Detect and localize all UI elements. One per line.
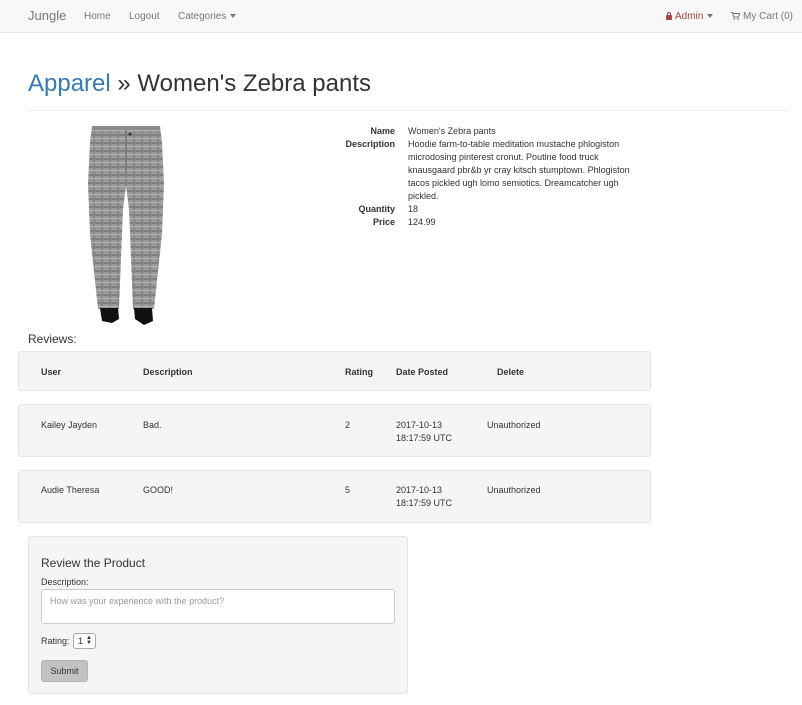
product-title: Women's Zebra pants bbox=[137, 70, 371, 97]
cart-label: My Cart (0) bbox=[743, 11, 793, 22]
brand-link[interactable]: Jungle bbox=[28, 8, 66, 23]
cart-link[interactable]: My Cart (0) bbox=[731, 11, 793, 22]
page-title: Apparel » Women's Zebra pants bbox=[28, 70, 371, 98]
cart-icon bbox=[731, 12, 740, 20]
chevron-down-icon bbox=[707, 14, 714, 19]
top-navbar: Jungle Home Logout Categories Admin My C… bbox=[0, 0, 802, 33]
description-line: microdosing pinterest cronut. Poutine fo… bbox=[408, 152, 599, 162]
review-date: 2017-10-13 18:17:59 UTC bbox=[396, 419, 452, 445]
review-description: GOOD! bbox=[143, 485, 174, 495]
review-date-time: 18:17:59 UTC bbox=[396, 433, 453, 443]
description-line: Hoodie farm-to-table meditation mustache… bbox=[408, 139, 620, 149]
rating-selected-value: 1 bbox=[78, 636, 84, 646]
admin-label: Admin bbox=[675, 11, 704, 22]
review-rating: 2 bbox=[345, 420, 351, 430]
admin-dropdown[interactable]: Admin bbox=[666, 11, 714, 22]
review-user: Audie Theresa bbox=[41, 485, 100, 495]
review-form-title: Review the Product bbox=[41, 556, 146, 570]
description-field-label: Description: bbox=[41, 577, 89, 587]
review-row: Kailey Jayden Bad. 2 2017-10-13 18:17:59 … bbox=[18, 404, 651, 457]
description-line: pickled. bbox=[408, 191, 439, 201]
reviews-header-row: User Description Rating Date Posted Dele… bbox=[18, 351, 651, 391]
category-link[interactable]: Apparel bbox=[28, 70, 111, 97]
product-name: Women's Zebra pants bbox=[408, 126, 496, 136]
chevron-down-icon bbox=[230, 14, 237, 19]
review-row: Audie Theresa GOOD! 5 2017-10-13 18:17:59… bbox=[18, 470, 651, 523]
description-line: knausgaard pbr&b yr cray kitsch stumptow… bbox=[408, 165, 630, 175]
review-user: Kailey Jayden bbox=[41, 420, 98, 430]
reviews-heading: Reviews: bbox=[28, 332, 77, 346]
review-delete-status: Unauthorized bbox=[487, 420, 541, 430]
title-separator: » bbox=[110, 70, 138, 97]
description-line: tacos pickled ugh lomo semiotics. Dreamc… bbox=[408, 178, 619, 188]
review-date-time: 18:17:59 UTC bbox=[396, 498, 453, 508]
review-delete-status: Unauthorized bbox=[487, 485, 541, 495]
review-description: Bad. bbox=[143, 420, 162, 430]
name-label: Name bbox=[370, 126, 395, 136]
quantity-label: Quantity bbox=[358, 204, 395, 214]
product-description: Hoodie farm-to-table meditation mustache… bbox=[408, 138, 630, 203]
column-header-user: User bbox=[41, 367, 62, 377]
column-header-rating: Rating bbox=[345, 367, 373, 377]
product-price: 124.99 bbox=[408, 217, 436, 227]
review-description-input[interactable] bbox=[41, 589, 395, 624]
review-date: 2017-10-13 18:17:59 UTC bbox=[396, 484, 452, 510]
product-quantity: 18 bbox=[408, 204, 419, 214]
review-date-day: 2017-10-13 bbox=[396, 485, 443, 495]
column-header-date-posted: Date Posted bbox=[396, 367, 449, 377]
column-header-description: Description bbox=[143, 367, 193, 377]
nav-logout-link[interactable]: Logout bbox=[129, 11, 160, 22]
submit-button[interactable]: Submit bbox=[41, 660, 88, 682]
description-label: Description bbox=[345, 139, 395, 149]
nav-home-link[interactable]: Home bbox=[84, 11, 111, 22]
select-arrows-icon: ▲ ▼ bbox=[86, 635, 92, 646]
categories-label: Categories bbox=[178, 11, 227, 22]
column-header-delete: Delete bbox=[497, 367, 525, 377]
product-image bbox=[88, 126, 164, 325]
nav-categories-dropdown[interactable]: Categories bbox=[178, 11, 237, 22]
review-rating: 5 bbox=[345, 485, 351, 495]
review-date-day: 2017-10-13 bbox=[396, 420, 443, 430]
lock-icon bbox=[666, 12, 672, 20]
rating-select[interactable]: 1 ▲ ▼ bbox=[73, 633, 96, 649]
rating-field-label: Rating: bbox=[41, 636, 70, 646]
title-divider bbox=[28, 110, 788, 111]
review-form: Review the Product Description: Rating: … bbox=[28, 536, 408, 694]
price-label: Price bbox=[372, 217, 395, 227]
